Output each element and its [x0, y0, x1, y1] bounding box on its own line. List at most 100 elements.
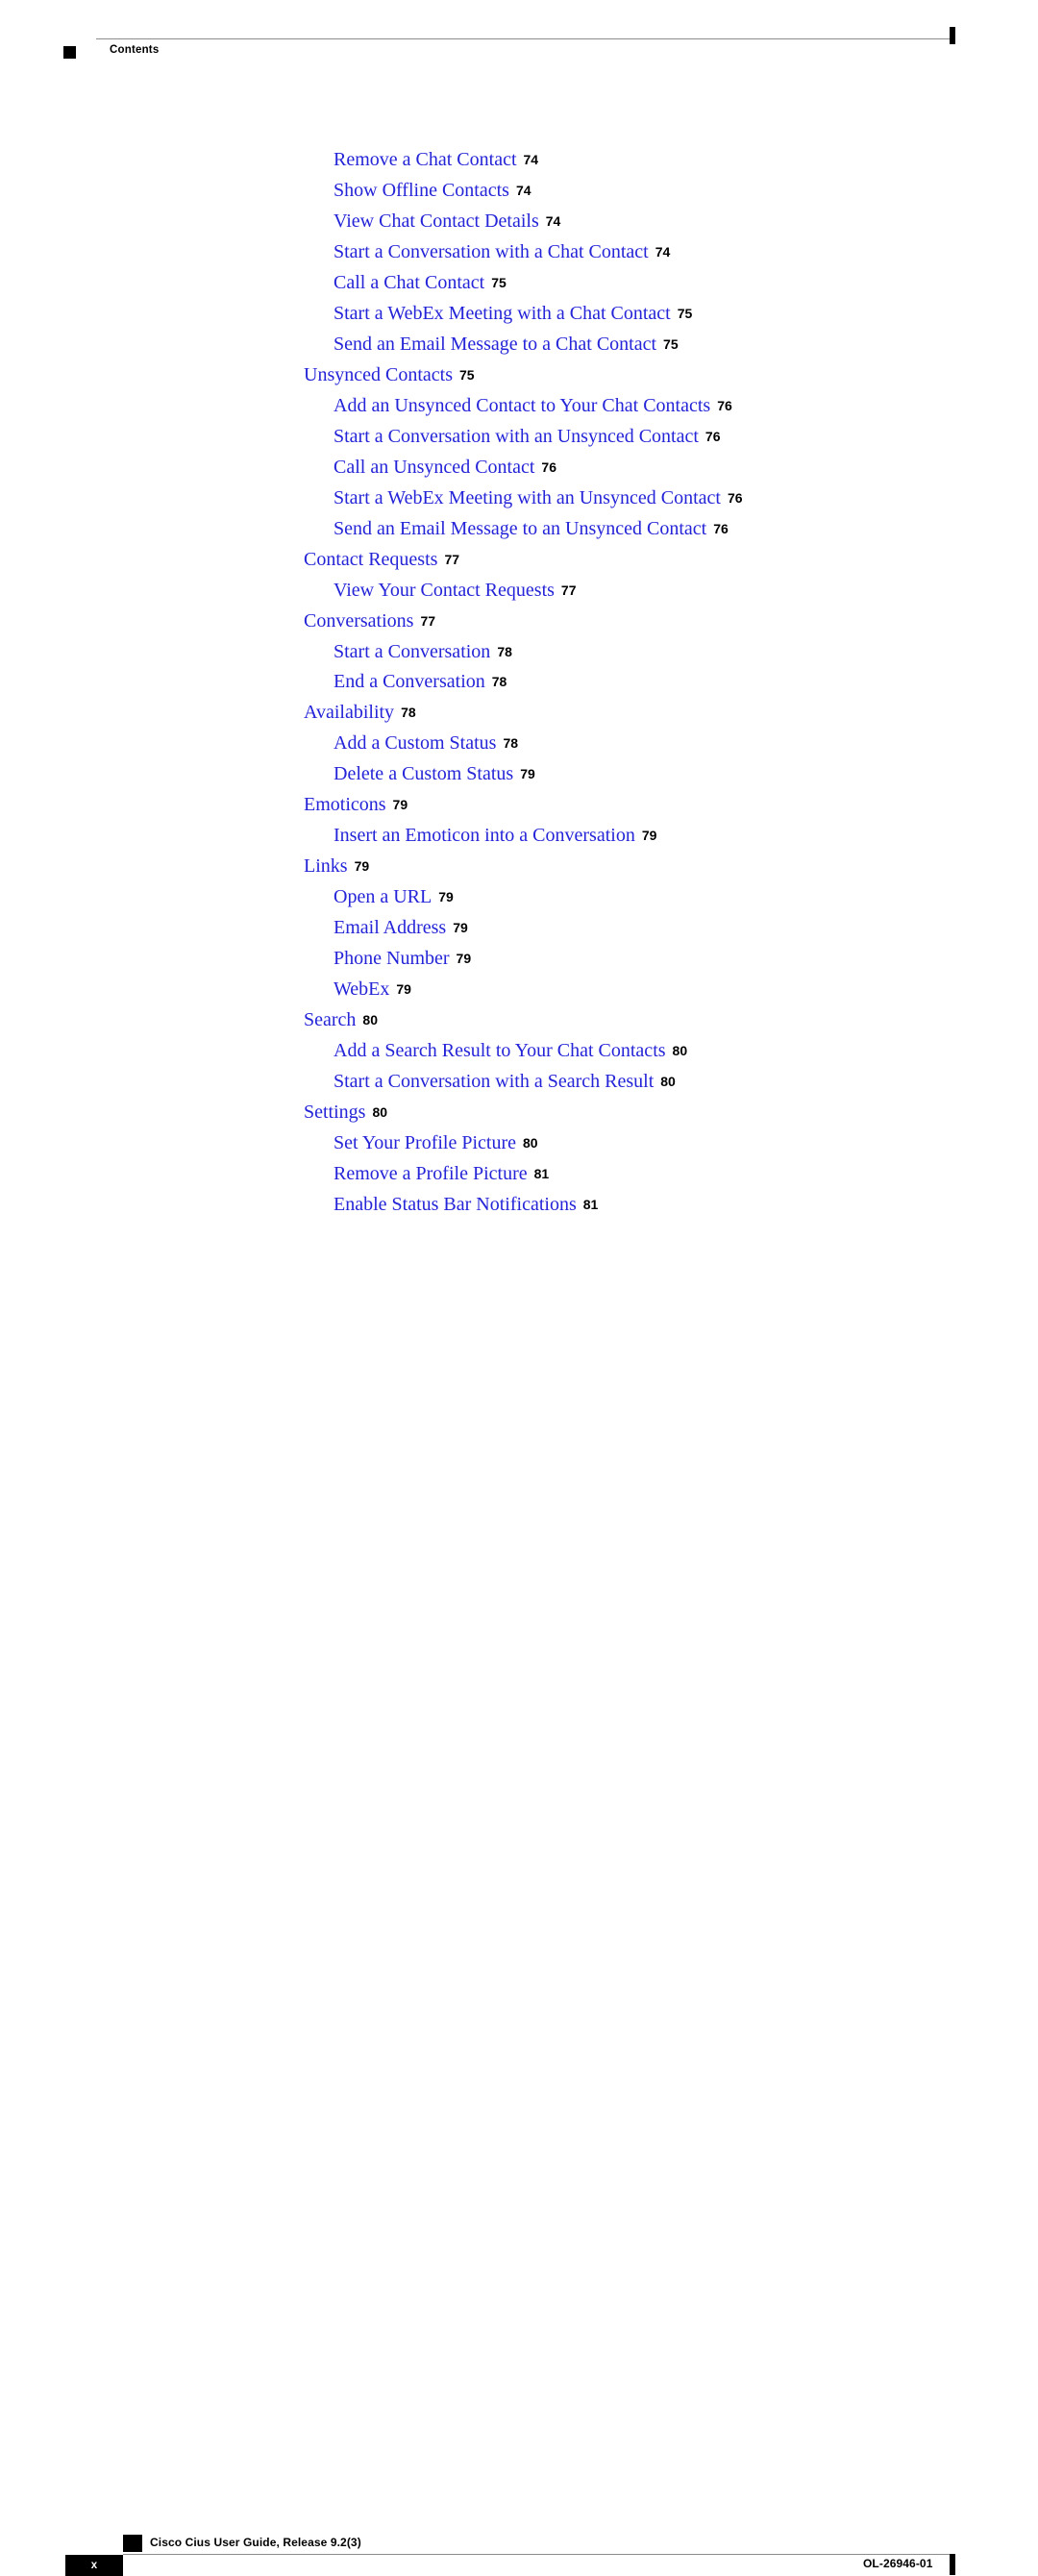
- toc-entry-title[interactable]: Start a Conversation: [334, 641, 490, 662]
- toc-entry-page-number: 77: [560, 582, 577, 598]
- toc-entry-page-number: 79: [641, 828, 657, 844]
- toc-entry[interactable]: Phone Number 79: [0, 944, 1038, 975]
- toc-entry[interactable]: Start a Conversation with a Chat Contact…: [0, 237, 1038, 268]
- toc-entry[interactable]: Remove a Profile Picture 81: [0, 1159, 1038, 1190]
- toc-entry-title[interactable]: Contact Requests: [304, 549, 437, 570]
- toc-entry-page-number: 80: [523, 1135, 538, 1151]
- header-divider-rule: [96, 38, 950, 39]
- toc-entry-title[interactable]: Start a WebEx Meeting with a Chat Contac…: [334, 303, 671, 324]
- toc-entry[interactable]: Enable Status Bar Notifications 81: [0, 1190, 1038, 1221]
- toc-entry-page-number: 74: [655, 243, 671, 260]
- footer-document-title: Cisco Cius User Guide, Release 9.2(3): [150, 2536, 361, 2549]
- toc-entry[interactable]: Conversations 77: [0, 607, 1038, 637]
- toc-entry-title[interactable]: Send an Email Message to a Chat Contact: [334, 334, 656, 355]
- toc-entry-title[interactable]: Start a Conversation with a Chat Contact: [334, 241, 649, 262]
- toc-entry[interactable]: Start a WebEx Meeting with a Chat Contac…: [0, 299, 1038, 330]
- toc-entry[interactable]: Start a Conversation with an Unsynced Co…: [0, 422, 1038, 453]
- toc-entry-title[interactable]: Phone Number: [334, 948, 450, 969]
- toc-entry-title[interactable]: Enable Status Bar Notifications: [334, 1194, 577, 1215]
- toc-entry-title[interactable]: Emoticons: [304, 794, 386, 815]
- toc-entry-title[interactable]: Start a WebEx Meeting with an Unsynced C…: [334, 487, 721, 508]
- toc-entry[interactable]: Email Address 79: [0, 913, 1038, 944]
- toc-entry[interactable]: Send an Email Message to an Unsynced Con…: [0, 514, 1038, 545]
- page-title: Contents: [110, 44, 160, 56]
- toc-entry[interactable]: View Your Contact Requests 77: [0, 576, 1038, 607]
- footer-divider-rule: [123, 2554, 950, 2555]
- toc-entry[interactable]: Emoticons 79: [0, 790, 1038, 821]
- toc-entry[interactable]: Start a Conversation with a Search Resul…: [0, 1067, 1038, 1098]
- toc-entry[interactable]: Links 79: [0, 852, 1038, 882]
- toc-entry-title[interactable]: Remove a Profile Picture: [334, 1163, 528, 1184]
- toc-entry[interactable]: Set Your Profile Picture 80: [0, 1128, 1038, 1159]
- toc-entry-page-number: 79: [396, 981, 411, 998]
- toc-entry-page-number: 79: [438, 889, 454, 905]
- toc-entry[interactable]: Settings 80: [0, 1098, 1038, 1128]
- toc-entry[interactable]: Send an Email Message to a Chat Contact 7…: [0, 330, 1038, 360]
- toc-entry-title[interactable]: Delete a Custom Status: [334, 763, 513, 784]
- toc-entry[interactable]: View Chat Contact Details 74: [0, 207, 1038, 237]
- toc-entry[interactable]: Start a Conversation 78: [0, 637, 1038, 668]
- toc-entry-title[interactable]: Unsynced Contacts: [304, 364, 453, 385]
- toc-entry[interactable]: Contact Requests 77: [0, 545, 1038, 576]
- toc-entry-page-number: 74: [515, 182, 531, 198]
- toc-entry-title[interactable]: Search: [304, 1009, 356, 1030]
- toc-entry-page-number: 75: [491, 274, 507, 290]
- toc-entry-page-number: 80: [362, 1012, 378, 1028]
- toc-entry-title[interactable]: Email Address: [334, 917, 446, 938]
- toc-entry-page-number: 80: [672, 1043, 688, 1059]
- toc-entry-title[interactable]: WebEx: [334, 978, 389, 1000]
- toc-entry-page-number: 74: [523, 152, 539, 167]
- toc-entry-page-number: 78: [503, 735, 519, 752]
- toc-entry-page-number: 81: [533, 1165, 550, 1181]
- toc-entry-page-number: 79: [520, 766, 535, 782]
- toc-entry[interactable]: Call a Chat Contact 75: [0, 268, 1038, 299]
- table-of-contents: Remove a Chat Contact 74 Show Offline Cont…: [0, 145, 1038, 1221]
- toc-entry-page-number: 74: [545, 212, 561, 229]
- toc-entry-page-number: 78: [491, 674, 507, 690]
- toc-entry[interactable]: Delete a Custom Status 79: [0, 759, 1038, 790]
- toc-entry-title[interactable]: Open a URL: [334, 886, 432, 907]
- toc-entry-page-number: 78: [401, 705, 416, 721]
- toc-entry[interactable]: Availability 78: [0, 698, 1038, 729]
- toc-entry-title[interactable]: Insert an Emoticon into a Conversation: [334, 825, 635, 846]
- toc-entry-page-number: 75: [458, 366, 475, 383]
- toc-entry-title[interactable]: Send an Email Message to an Unsynced Con…: [334, 518, 706, 539]
- toc-entry[interactable]: Unsynced Contacts 75: [0, 360, 1038, 391]
- toc-entry-title[interactable]: Conversations: [304, 610, 413, 632]
- toc-entry-title[interactable]: Start a Conversation with an Unsynced Co…: [334, 426, 699, 447]
- toc-entry-page-number: 79: [453, 920, 468, 936]
- toc-entry-page-number: 76: [727, 489, 743, 506]
- toc-entry[interactable]: WebEx 79: [0, 975, 1038, 1005]
- toc-entry-title[interactable]: View Chat Contact Details: [334, 211, 539, 232]
- toc-entry[interactable]: Remove a Chat Contact 74: [0, 145, 1038, 176]
- toc-entry[interactable]: End a Conversation 78: [0, 667, 1038, 698]
- vertical-change-bar-icon: [950, 27, 955, 44]
- toc-entry-title[interactable]: Remove a Chat Contact: [334, 149, 517, 170]
- toc-entry-page-number: 75: [663, 335, 679, 352]
- toc-entry-title[interactable]: Settings: [304, 1102, 365, 1123]
- toc-entry-title[interactable]: Show Offline Contacts: [334, 180, 509, 201]
- toc-entry-title[interactable]: Add a Custom Status: [334, 732, 496, 754]
- toc-entry-title[interactable]: View Your Contact Requests: [334, 580, 555, 601]
- toc-entry-title[interactable]: Links: [304, 855, 348, 877]
- toc-entry[interactable]: Search 80: [0, 1005, 1038, 1036]
- toc-entry-title[interactable]: Add a Search Result to Your Chat Contact…: [334, 1040, 666, 1061]
- toc-entry[interactable]: Add a Custom Status 78: [0, 729, 1038, 759]
- toc-entry[interactable]: Insert an Emoticon into a Conversation 79: [0, 821, 1038, 852]
- toc-entry[interactable]: Call an Unsynced Contact 76: [0, 453, 1038, 483]
- toc-entry-title[interactable]: Availability: [304, 702, 394, 723]
- toc-entry-page-number: 80: [660, 1074, 676, 1090]
- toc-entry[interactable]: Open a URL 79: [0, 882, 1038, 913]
- toc-entry-title[interactable]: Set Your Profile Picture: [334, 1132, 516, 1153]
- toc-entry-title[interactable]: End a Conversation: [334, 671, 485, 692]
- toc-entry-page-number: 79: [456, 951, 472, 967]
- toc-entry[interactable]: Show Offline Contacts 74: [0, 176, 1038, 207]
- toc-entry-title[interactable]: Call a Chat Contact: [334, 272, 484, 293]
- toc-entry[interactable]: Add a Search Result to Your Chat Contact…: [0, 1036, 1038, 1067]
- toc-entry[interactable]: Start a WebEx Meeting with an Unsynced C…: [0, 483, 1038, 514]
- toc-entry-title[interactable]: Start a Conversation with a Search Resul…: [334, 1071, 654, 1092]
- toc-entry-title[interactable]: Add an Unsynced Contact to Your Chat Con…: [334, 395, 710, 416]
- toc-entry-title[interactable]: Call an Unsynced Contact: [334, 457, 534, 478]
- toc-entry-page-number: 81: [582, 1196, 599, 1212]
- toc-entry[interactable]: Add an Unsynced Contact to Your Chat Con…: [0, 391, 1038, 422]
